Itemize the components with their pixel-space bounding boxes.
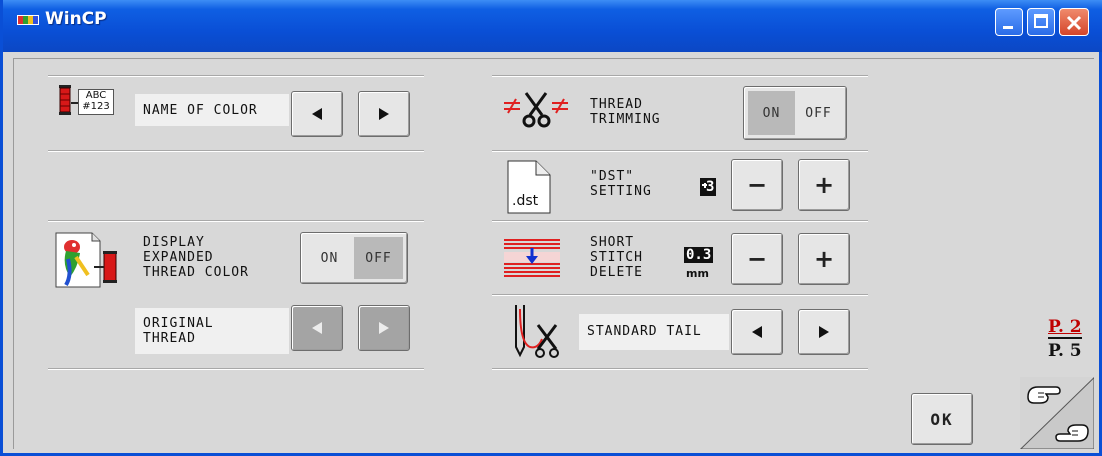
original-thread-label: ORIGINAL THREAD (135, 308, 289, 354)
label-line: THREAD (590, 97, 643, 112)
spool-label-icon: ABC #123 (56, 85, 126, 119)
arrow-right-icon (819, 326, 829, 338)
close-icon (1066, 15, 1082, 31)
parrot-thread-icon (52, 231, 122, 289)
client-area: ABC #123 NAME OF COLOR DISPLAY EXPANDED … (13, 58, 1095, 450)
label-line: ORIGINAL (143, 316, 214, 331)
label-line: THREAD COLOR (143, 265, 249, 280)
hand-down-icon[interactable] (1054, 421, 1090, 445)
icon-text: #123 (82, 101, 110, 112)
label-line: STITCH (590, 250, 643, 265)
thread-trimming-toggle[interactable]: ON OFF (743, 86, 847, 140)
dst-file-icon: .dst (506, 159, 552, 215)
dst-minus-button[interactable]: − (731, 159, 783, 211)
arrow-left-icon (752, 326, 762, 338)
page-total: P. 5 (1048, 341, 1082, 361)
app-icon (17, 15, 39, 25)
plus-icon: + (813, 171, 835, 199)
divider (48, 150, 424, 152)
ok-button[interactable]: OK (911, 393, 973, 445)
divider (48, 75, 424, 77)
short-stitch-icon (502, 234, 562, 280)
dst-value-box: 3 (700, 178, 716, 196)
label-line: "DST" (590, 169, 635, 184)
minimize-button[interactable] (995, 8, 1023, 36)
label-line: SHORT (590, 235, 635, 250)
plus-icon: + (813, 245, 835, 273)
short-stitch-delete-label: SHORT STITCH DELETE (582, 233, 692, 289)
wincp-window: WinCP ABC #123 NAME OF COLOR DISPLAY EXP… (0, 0, 1102, 456)
divider (48, 220, 424, 222)
divider (492, 150, 868, 152)
label-line: TRIMMING (590, 112, 661, 127)
display-expanded-toggle[interactable]: ON OFF (300, 232, 408, 284)
divider (492, 220, 868, 222)
divider (492, 294, 868, 296)
arrow-left-icon (312, 322, 322, 334)
name-of-color-next-button[interactable] (358, 91, 410, 137)
scissors-trim-icon (502, 89, 572, 129)
arrow-right-icon (379, 322, 389, 334)
minimize-icon (1003, 26, 1013, 29)
standard-tail-next-button[interactable] (798, 309, 850, 355)
arrow-right-icon (379, 108, 389, 120)
standard-tail-prev-button[interactable] (731, 309, 783, 355)
maximize-button[interactable] (1027, 8, 1055, 36)
standard-tail-label: STANDARD TAIL (579, 314, 729, 350)
name-of-color-label: NAME OF COLOR (135, 94, 289, 126)
toggle-on[interactable]: ON (748, 91, 795, 135)
short-stitch-minus-button[interactable]: − (731, 233, 783, 285)
divider (492, 368, 868, 370)
maximize-icon (1034, 14, 1048, 28)
label-line: DISPLAY (143, 235, 205, 250)
dst-setting-label: "DST" SETTING (582, 167, 692, 207)
thread-trimming-label: THREAD TRIMMING (582, 95, 702, 135)
name-of-color-prev-button[interactable] (291, 91, 343, 137)
page-flip-control[interactable] (1019, 376, 1095, 450)
ok-label: OK (930, 409, 954, 429)
arrow-left-icon (312, 108, 322, 120)
toggle-off[interactable]: OFF (354, 237, 403, 279)
divider (492, 75, 868, 77)
label-line: THREAD (143, 331, 196, 346)
icon-text: ABC (85, 90, 107, 101)
dst-plus-button[interactable]: + (798, 159, 850, 211)
page-current: P. 2 (1048, 317, 1082, 339)
short-stitch-unit: mm (686, 267, 709, 280)
hand-up-icon[interactable] (1026, 383, 1062, 407)
label-line: EXPANDED (143, 250, 214, 265)
original-thread-next-button[interactable] (358, 305, 410, 351)
short-stitch-value: 0.3 (684, 247, 714, 263)
short-stitch-plus-button[interactable]: + (798, 233, 850, 285)
window-title: WinCP (45, 9, 107, 29)
needle-scissors-icon (508, 303, 564, 359)
minus-icon: − (746, 171, 768, 199)
toggle-on[interactable]: ON (305, 237, 354, 279)
toggle-off[interactable]: OFF (795, 91, 842, 135)
label-line: DELETE (590, 265, 643, 280)
dst-value: 3 (706, 179, 715, 195)
original-thread-prev-button[interactable] (291, 305, 343, 351)
title-bar[interactable]: WinCP (3, 0, 1102, 52)
minus-icon: − (746, 245, 768, 273)
close-button[interactable] (1059, 8, 1089, 36)
divider (48, 368, 424, 370)
dst-file-text: .dst (512, 193, 539, 209)
display-expanded-label: DISPLAY EXPANDED THREAD COLOR (135, 233, 285, 287)
label-line: SETTING (590, 184, 652, 199)
